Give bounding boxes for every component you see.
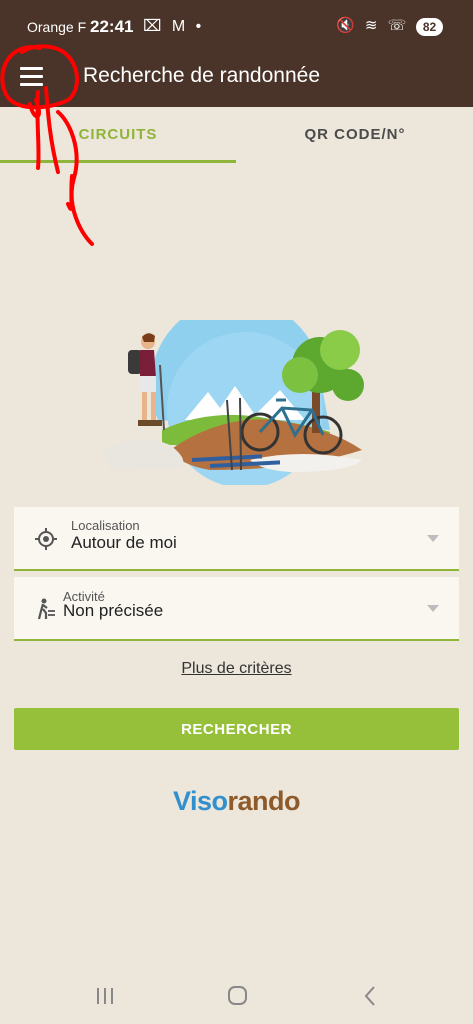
activity-field[interactable]: Activité Non précisée xyxy=(14,577,459,641)
back-icon[interactable] xyxy=(350,980,390,1012)
notification-icons: ⌧ M • xyxy=(143,18,205,35)
hiking-illustration xyxy=(105,320,364,485)
location-label: Localisation xyxy=(71,518,140,533)
tab-bar: CIRCUITS QR CODE/N° xyxy=(0,107,473,163)
activity-value: Non précisée xyxy=(63,601,164,620)
battery-indicator: 82 xyxy=(416,18,443,36)
visorando-logo: Visorando xyxy=(0,786,473,817)
app-bar: Recherche de randonnée xyxy=(0,56,473,107)
hamburger-menu-icon[interactable] xyxy=(20,66,46,88)
status-bar: Orange F 22:41 ⌧ M • 🔇 ≋ ☏ .ıl 82 xyxy=(0,0,473,56)
recent-apps-icon[interactable] xyxy=(85,980,125,1012)
page-title: Recherche de randonnée xyxy=(83,64,321,87)
carrier-label: Orange F xyxy=(27,19,87,35)
home-icon[interactable] xyxy=(217,980,257,1012)
search-button[interactable]: RECHERCHER xyxy=(14,708,459,750)
hiker-icon xyxy=(37,598,55,620)
more-criteria-link[interactable]: Plus de critères xyxy=(0,660,473,678)
chevron-down-icon xyxy=(427,605,439,612)
location-value: Autour de moi xyxy=(71,533,177,552)
tab-qr-code[interactable]: QR CODE/N° xyxy=(237,107,473,163)
clock: 22:41 xyxy=(90,17,134,36)
location-field[interactable]: Localisation Autour de moi xyxy=(14,507,459,571)
logo-part-1: Viso xyxy=(172,786,228,816)
top-header: Orange F 22:41 ⌧ M • 🔇 ≋ ☏ .ıl 82 Recher… xyxy=(0,0,473,107)
system-nav-bar xyxy=(0,968,473,1024)
crosshair-location-icon xyxy=(35,528,57,550)
chevron-down-icon xyxy=(427,535,439,542)
logo-part-2: rando xyxy=(227,786,301,816)
tab-circuits[interactable]: CIRCUITS xyxy=(0,107,236,163)
